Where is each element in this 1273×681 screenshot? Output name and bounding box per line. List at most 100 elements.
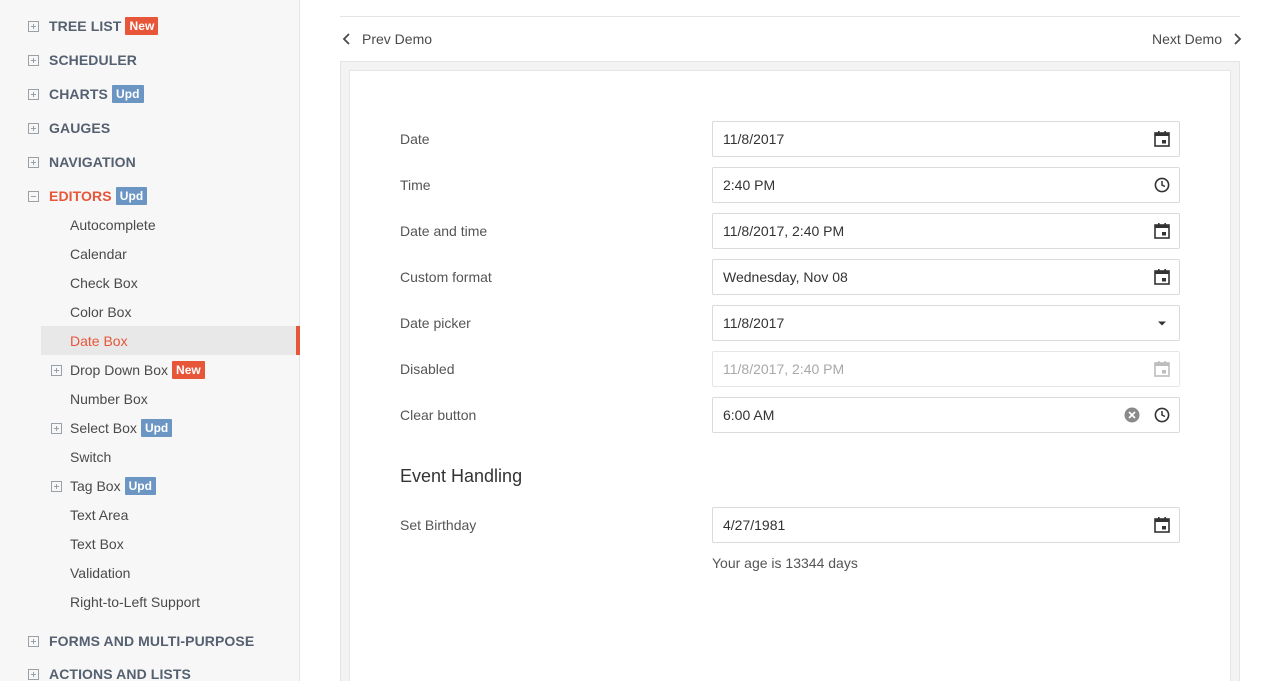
- nav-item-calendar[interactable]: Calendar: [70, 244, 127, 264]
- nav-category-charts[interactable]: CHARTS Upd: [28, 84, 144, 104]
- upd-badge: Upd: [140, 419, 173, 437]
- nav-category-label: GAUGES: [49, 120, 111, 136]
- nav-item-validation[interactable]: Validation: [70, 563, 130, 583]
- expand-icon[interactable]: [28, 122, 39, 134]
- nav-category-gauges[interactable]: GAUGES: [28, 118, 110, 138]
- nav-category-label: NAVIGATION: [49, 154, 136, 170]
- date-box-custom-format[interactable]: Wednesday, Nov 08: [712, 259, 1180, 295]
- date-box-time[interactable]: 2:40 PM: [712, 167, 1180, 203]
- upd-badge: Upd: [124, 477, 156, 495]
- nav-item-text-area[interactable]: Text Area: [70, 505, 128, 525]
- time-value[interactable]: 2:40 PM: [713, 177, 1153, 193]
- nav-item-number-box[interactable]: Number Box: [70, 389, 148, 409]
- datetime-value[interactable]: 11/8/2017, 2:40 PM: [713, 223, 1153, 239]
- nav-item-label: Check Box: [70, 275, 138, 291]
- expand-icon[interactable]: [28, 20, 39, 32]
- date-label: Date: [400, 131, 430, 147]
- new-badge: New: [125, 17, 159, 35]
- date-box-datetime[interactable]: 11/8/2017, 2:40 PM: [712, 213, 1180, 249]
- nav-category-scheduler[interactable]: SCHEDULER: [28, 50, 137, 70]
- collapse-icon[interactable]: [28, 190, 39, 202]
- age-text: Your age is 13344 days: [712, 555, 858, 571]
- nav-item-check-box[interactable]: Check Box: [70, 273, 138, 293]
- clock-icon[interactable]: [1153, 176, 1171, 194]
- nav-item-label: Drop Down Box: [70, 362, 169, 378]
- expand-icon[interactable]: [28, 668, 39, 680]
- nav-item-select-box[interactable]: Select Box Upd: [51, 418, 173, 438]
- clear-icon[interactable]: [1123, 406, 1141, 424]
- expand-icon[interactable]: [28, 54, 39, 66]
- date-box-birthday[interactable]: 4/27/1981: [712, 507, 1180, 543]
- nav-item-label: Tag Box: [70, 478, 121, 494]
- next-demo-label: Next Demo: [1151, 31, 1222, 47]
- nav-item-label: Text Box: [70, 536, 124, 552]
- nav-item-label: Right-to-Left Support: [70, 594, 200, 610]
- calendar-icon[interactable]: [1153, 268, 1171, 286]
- expand-icon[interactable]: [28, 635, 39, 647]
- nav-category-label: CHARTS: [49, 86, 108, 102]
- active-item-marker: [296, 326, 300, 355]
- birthday-value[interactable]: 4/27/1981: [713, 517, 1153, 533]
- event-handling-title: Event Handling: [400, 466, 523, 486]
- nav-category-actions-lists[interactable]: ACTIONS AND LISTS: [28, 664, 191, 681]
- time-label: Time: [400, 177, 431, 193]
- nav-category-label: FORMS AND MULTI-PURPOSE: [49, 633, 255, 649]
- chevron-left-icon: [342, 33, 350, 45]
- expand-icon[interactable]: [51, 423, 62, 434]
- nav-item-date-box[interactable]: Date Box: [70, 331, 128, 351]
- dropdown-arrow-icon[interactable]: [1153, 314, 1171, 332]
- nav-category-forms[interactable]: FORMS AND MULTI-PURPOSE: [28, 631, 254, 651]
- calendar-icon[interactable]: [1153, 130, 1171, 148]
- expand-icon[interactable]: [51, 481, 62, 492]
- new-badge: New: [172, 361, 205, 379]
- expand-icon[interactable]: [28, 88, 39, 100]
- sidebar: TREE LIST New SCHEDULER CHARTS Upd GAUGE…: [0, 0, 300, 681]
- date-picker-label: Date picker: [400, 315, 471, 331]
- clear-button-value[interactable]: 6:00 AM: [713, 407, 1123, 423]
- nav-item-label: Autocomplete: [70, 217, 156, 233]
- nav-item-autocomplete[interactable]: Autocomplete: [70, 215, 156, 235]
- chevron-right-icon: [1234, 33, 1242, 45]
- nav-item-drop-down-box[interactable]: Drop Down Box New: [51, 360, 205, 380]
- clock-icon[interactable]: [1153, 406, 1171, 424]
- next-demo-link[interactable]: Next Demo: [1152, 30, 1242, 48]
- top-divider: [340, 16, 1240, 17]
- nav-item-label: Select Box: [70, 420, 137, 436]
- custom-format-value[interactable]: Wednesday, Nov 08: [713, 269, 1153, 285]
- nav-item-label: Switch: [70, 449, 112, 465]
- date-value[interactable]: 11/8/2017: [713, 131, 1153, 147]
- nav-category-editors[interactable]: EDITORS Upd: [28, 186, 148, 206]
- calendar-icon: [1153, 360, 1171, 378]
- nav-item-rtl-support[interactable]: Right-to-Left Support: [70, 592, 200, 612]
- nav-item-color-box[interactable]: Color Box: [70, 302, 131, 322]
- nav-item-switch[interactable]: Switch: [70, 447, 111, 467]
- date-box-clear-button[interactable]: 6:00 AM: [712, 397, 1180, 433]
- nav-category-tree-list[interactable]: TREE LIST New: [28, 16, 159, 36]
- nav-category-label: SCHEDULER: [49, 52, 138, 68]
- nav-item-tag-box[interactable]: Tag Box Upd: [51, 476, 156, 496]
- date-box-date[interactable]: 11/8/2017: [712, 121, 1180, 157]
- nav-item-text-box[interactable]: Text Box: [70, 534, 124, 554]
- custom-format-label: Custom format: [400, 269, 492, 285]
- set-birthday-label: Set Birthday: [400, 517, 477, 533]
- calendar-icon[interactable]: [1153, 222, 1171, 240]
- disabled-label: Disabled: [400, 361, 455, 377]
- expand-icon[interactable]: [51, 365, 62, 376]
- disabled-value: 11/8/2017, 2:40 PM: [723, 361, 845, 377]
- expand-icon[interactable]: [28, 156, 39, 168]
- prev-demo-link[interactable]: Prev Demo: [342, 30, 432, 48]
- date-box-picker[interactable]: 11/8/2017: [712, 305, 1180, 341]
- nav-category-label: EDITORS: [49, 188, 112, 204]
- upd-badge: Upd: [111, 85, 144, 103]
- nav-item-label: Date Box: [70, 333, 128, 349]
- nav-item-label: Validation: [70, 565, 131, 581]
- nav-category-label: ACTIONS AND LISTS: [49, 666, 191, 681]
- nav-item-label: Calendar: [70, 246, 127, 262]
- date-picker-value[interactable]: 11/8/2017: [713, 315, 1153, 331]
- nav-category-navigation[interactable]: NAVIGATION: [28, 152, 136, 172]
- date-and-time-label: Date and time: [400, 223, 488, 239]
- clear-button-label: Clear button: [400, 407, 477, 423]
- nav-item-label: Color Box: [70, 304, 132, 320]
- calendar-icon[interactable]: [1153, 516, 1171, 534]
- upd-badge: Upd: [115, 187, 148, 205]
